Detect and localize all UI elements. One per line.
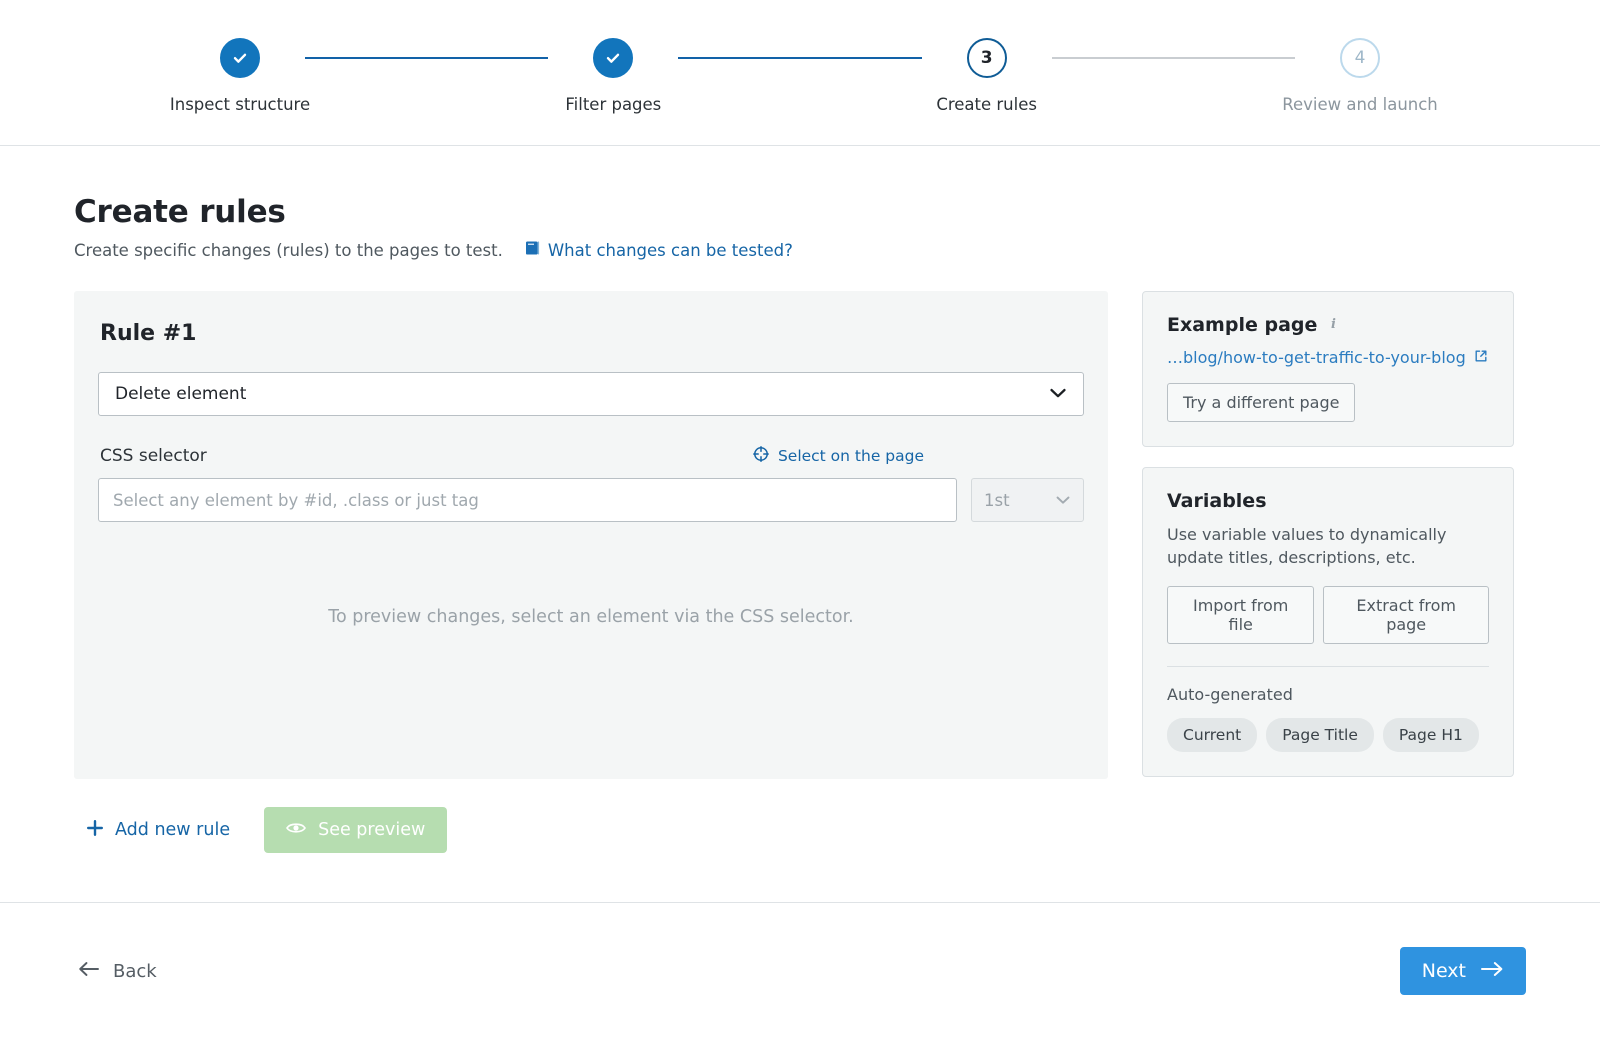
rule-card-actions: Add new rule See preview	[84, 807, 1108, 853]
css-selector-header: CSS selector Select on the page	[98, 446, 1084, 466]
css-selector-input[interactable]	[98, 478, 957, 522]
add-new-rule-label: Add new rule	[115, 820, 230, 840]
plus-icon	[86, 819, 104, 842]
arrow-left-icon	[78, 961, 100, 982]
example-page-title-row: Example page i	[1167, 314, 1489, 336]
create-rules-page: Inspect structure Filter pages 3 Create …	[0, 0, 1600, 1039]
arrow-right-icon	[1480, 960, 1504, 982]
see-preview-button[interactable]: See preview	[264, 807, 447, 853]
auto-generated-chips: Current Page Title Page H1	[1167, 718, 1489, 752]
css-selector-row: 1st	[98, 478, 1084, 522]
step-3-circle-active: 3	[967, 38, 1007, 78]
chevron-down-icon	[1049, 384, 1067, 404]
example-page-title: Example page	[1167, 314, 1317, 336]
book-icon	[525, 240, 540, 260]
wizard-stepper: Inspect structure Filter pages 3 Create …	[0, 0, 1600, 146]
back-label: Back	[113, 961, 157, 982]
variables-divider	[1167, 666, 1489, 667]
import-from-file-button[interactable]: Import from file	[1167, 586, 1314, 644]
info-icon[interactable]: i	[1326, 314, 1340, 336]
auto-generated-label: Auto-generated	[1167, 685, 1489, 704]
rule-action-select[interactable]: Delete element	[98, 372, 1084, 416]
step-inspect-structure[interactable]: Inspect structure	[175, 38, 305, 114]
crosshair-icon	[753, 446, 769, 466]
step-filter-pages[interactable]: Filter pages	[548, 38, 678, 114]
nth-occurrence-select[interactable]: 1st	[971, 478, 1084, 522]
rule-title: Rule #1	[100, 321, 1084, 346]
main-content: Create rules Create specific changes (ru…	[0, 146, 1600, 862]
step-4-circle-todo: 4	[1340, 38, 1380, 78]
example-page-url: …blog/how-to-get-traffic-to-your-blog	[1167, 348, 1466, 367]
eye-icon	[286, 820, 306, 840]
extract-from-page-button[interactable]: Extract from page	[1323, 586, 1489, 644]
step-2-circle-done	[593, 38, 633, 78]
select-on-the-page-label: Select on the page	[778, 447, 924, 465]
variables-description: Use variable values to dynamically updat…	[1167, 524, 1489, 569]
back-button[interactable]: Back	[74, 953, 161, 990]
css-selector-label: CSS selector	[100, 446, 207, 466]
variable-chip-current[interactable]: Current	[1167, 718, 1257, 752]
external-link-icon	[1474, 348, 1488, 367]
wizard-footer: Back Next	[0, 902, 1600, 1039]
content-columns: Rule #1 Delete element CSS selector	[74, 291, 1526, 853]
try-a-different-page-button[interactable]: Try a different page	[1167, 383, 1355, 422]
page-subtitle: Create specific changes (rules) to the p…	[74, 241, 503, 260]
variables-title: Variables	[1167, 490, 1489, 512]
rule-preview-area: To preview changes, select an element vi…	[98, 522, 1084, 751]
select-on-the-page-button[interactable]: Select on the page	[753, 446, 924, 466]
variable-chip-page-h1[interactable]: Page H1	[1383, 718, 1479, 752]
add-new-rule-button[interactable]: Add new rule	[84, 813, 232, 848]
chevron-down-icon	[1055, 491, 1071, 510]
step-create-rules[interactable]: 3 Create rules	[922, 38, 1052, 114]
step-connector-3	[1052, 57, 1295, 59]
step-1-circle-done	[220, 38, 260, 78]
step-3-label: Create rules	[936, 95, 1037, 114]
variable-chip-page-title[interactable]: Page Title	[1266, 718, 1374, 752]
example-page-panel: Example page i …blog/how-to-get-traffic-…	[1142, 291, 1514, 447]
next-label: Next	[1422, 960, 1466, 982]
variables-buttons: Import from file Extract from page	[1167, 586, 1489, 644]
side-panels-column: Example page i …blog/how-to-get-traffic-…	[1142, 291, 1514, 777]
see-preview-label: See preview	[318, 820, 425, 840]
nth-occurrence-value: 1st	[984, 491, 1010, 510]
variables-panel: Variables Use variable values to dynamic…	[1142, 467, 1514, 777]
rule-action-value: Delete element	[115, 384, 246, 404]
rules-column: Rule #1 Delete element CSS selector	[74, 291, 1108, 853]
page-subtitle-row: Create specific changes (rules) to the p…	[74, 240, 1526, 260]
next-button[interactable]: Next	[1400, 947, 1526, 995]
step-connector-2	[678, 57, 921, 59]
step-4-label: Review and launch	[1282, 95, 1438, 114]
svg-text:i: i	[1331, 317, 1336, 331]
page-title: Create rules	[74, 194, 1526, 230]
what-changes-can-be-tested-link[interactable]: What changes can be tested?	[525, 240, 793, 260]
step-2-label: Filter pages	[565, 95, 661, 114]
step-connector-1	[305, 57, 548, 59]
help-link-label: What changes can be tested?	[548, 241, 793, 260]
preview-hint-text: To preview changes, select an element vi…	[328, 607, 853, 627]
example-page-url-link[interactable]: …blog/how-to-get-traffic-to-your-blog	[1167, 348, 1489, 367]
rule-card: Rule #1 Delete element CSS selector	[74, 291, 1108, 779]
step-review-and-launch[interactable]: 4 Review and launch	[1295, 38, 1425, 114]
step-1-label: Inspect structure	[170, 95, 310, 114]
